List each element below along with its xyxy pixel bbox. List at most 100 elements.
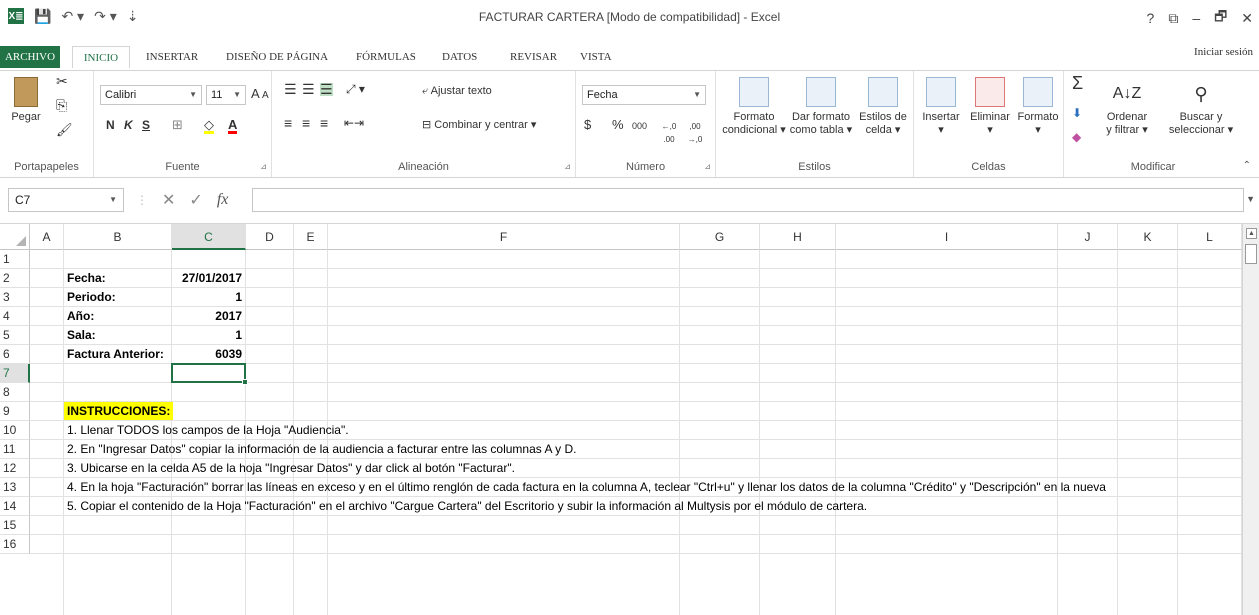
conditional-format-button[interactable]: Formato condicional ▾ bbox=[722, 77, 786, 137]
formula-input[interactable] bbox=[252, 188, 1244, 212]
tab-datos[interactable]: DATOS bbox=[442, 46, 477, 68]
row-header-1[interactable]: 1 bbox=[0, 250, 30, 269]
row-header-7[interactable]: 7 bbox=[0, 364, 30, 383]
align-right-icon[interactable]: ≡ bbox=[320, 116, 328, 130]
align-top-icon[interactable]: ☰ bbox=[284, 82, 297, 96]
format-cells-button[interactable]: Formato ▾ bbox=[1016, 77, 1060, 137]
tab-formulas[interactable]: FÓRMULAS bbox=[356, 46, 416, 68]
cell-b14[interactable]: 5. Copiar el contenido de la Hoja "Factu… bbox=[64, 497, 870, 515]
row-header-13[interactable]: 13 bbox=[0, 478, 30, 497]
wrap-text-button[interactable]: ⤶ Ajustar texto bbox=[422, 85, 492, 98]
fill-color-icon[interactable]: ◇ bbox=[204, 118, 214, 134]
fill-icon[interactable]: ⬇ bbox=[1072, 107, 1082, 120]
orientation-icon[interactable]: ⤢ ▾ bbox=[346, 83, 365, 96]
name-box[interactable]: C7 ▼ bbox=[8, 188, 124, 212]
row-header-3[interactable]: 3 bbox=[0, 288, 30, 307]
cell-c2[interactable]: 27/01/2017 bbox=[172, 269, 245, 287]
increase-decimal-button[interactable]: ←,0 .00 bbox=[658, 120, 680, 146]
borders-icon[interactable]: ⊞ bbox=[172, 118, 183, 131]
shrink-font-button[interactable]: A bbox=[262, 89, 269, 102]
cell-b13[interactable]: 4. En la hoja "Facturación" borrar las l… bbox=[64, 478, 1109, 496]
cell-b9[interactable]: INSTRUCCIONES: bbox=[64, 402, 174, 420]
tab-inicio[interactable]: INICIO bbox=[72, 46, 130, 68]
font-color-icon[interactable]: A bbox=[228, 118, 238, 134]
row-header-15[interactable]: 15 bbox=[0, 516, 30, 535]
column-header-l[interactable]: L bbox=[1178, 224, 1242, 250]
insert-cells-button[interactable]: Insertar ▾ bbox=[918, 77, 964, 137]
sort-filter-button[interactable]: A↓Z Ordenar y filtrar ▾ bbox=[1094, 77, 1160, 137]
thousands-button[interactable]: 000 bbox=[632, 120, 647, 133]
minimize-icon[interactable]: – bbox=[1192, 10, 1200, 26]
cancel-icon[interactable]: ✕ bbox=[162, 190, 175, 210]
decrease-decimal-button[interactable]: ,00 →,0 bbox=[684, 120, 706, 146]
column-header-g[interactable]: G bbox=[680, 224, 760, 250]
column-header-i[interactable]: I bbox=[836, 224, 1058, 250]
cell-b6[interactable]: Factura Anterior: bbox=[64, 345, 171, 363]
enter-icon[interactable]: ✓ bbox=[189, 190, 202, 210]
tab-diseno-de-pagina[interactable]: DISEÑO DE PÁGINA bbox=[226, 46, 328, 68]
cell-b12[interactable]: 3. Ubicarse en la celda A5 de la hoja "I… bbox=[64, 459, 518, 477]
row-header-8[interactable]: 8 bbox=[0, 383, 30, 402]
ribbon-display-icon[interactable]: ⧉ bbox=[1168, 10, 1178, 27]
autosum-icon[interactable]: Σ bbox=[1072, 74, 1083, 92]
font-size-select[interactable]: 11 ▼ bbox=[206, 85, 246, 105]
column-header-a[interactable]: A bbox=[30, 224, 64, 250]
row-header-16[interactable]: 16 bbox=[0, 535, 30, 554]
cell-b3[interactable]: Periodo: bbox=[64, 288, 171, 306]
align-center-icon[interactable]: ≡ bbox=[302, 116, 310, 130]
row-header-6[interactable]: 6 bbox=[0, 345, 30, 364]
dialog-launcher-icon[interactable]: ⊿ bbox=[260, 162, 267, 171]
currency-button[interactable]: $ bbox=[584, 118, 591, 131]
cell-b10[interactable]: 1. Llenar TODOS los campos de la Hoja "A… bbox=[64, 421, 352, 439]
row-header-5[interactable]: 5 bbox=[0, 326, 30, 345]
close-icon[interactable]: ✕ bbox=[1241, 10, 1253, 27]
tab-vista[interactable]: VISTA bbox=[580, 46, 612, 68]
clear-icon[interactable]: ◆ bbox=[1072, 131, 1081, 144]
align-middle-icon[interactable]: ☰ bbox=[302, 82, 315, 96]
tab-archivo[interactable]: ARCHIVO bbox=[0, 46, 60, 68]
column-header-d[interactable]: D bbox=[246, 224, 294, 250]
sign-in-link[interactable]: Iniciar sesión bbox=[1194, 46, 1253, 58]
insert-function-icon[interactable]: fx bbox=[217, 191, 229, 209]
tab-insertar[interactable]: INSERTAR bbox=[146, 46, 198, 68]
cell-c3[interactable]: 1 bbox=[172, 288, 245, 306]
indent-icon[interactable]: ⇤⇥ bbox=[344, 117, 364, 130]
font-name-select[interactable]: Calibri ▼ bbox=[100, 85, 202, 105]
row-header-14[interactable]: 14 bbox=[0, 497, 30, 516]
italic-button[interactable]: K bbox=[124, 119, 133, 132]
scrollbar-thumb[interactable] bbox=[1245, 244, 1257, 264]
column-header-h[interactable]: H bbox=[760, 224, 836, 250]
row-header-2[interactable]: 2 bbox=[0, 269, 30, 288]
scroll-up-icon[interactable]: ▲ bbox=[1246, 228, 1257, 239]
cell-b2[interactable]: Fecha: bbox=[64, 269, 171, 287]
vertical-scrollbar[interactable]: ▲ bbox=[1242, 224, 1259, 615]
maximize-icon[interactable]: 🗗 bbox=[1214, 6, 1227, 30]
merge-center-button[interactable]: ⊟ Combinar y centrar ▾ bbox=[422, 119, 536, 132]
cells-area[interactable]: Fecha: 27/01/2017 Periodo: 1 Año: 2017 S… bbox=[30, 250, 1242, 615]
align-left-icon[interactable]: ≡ bbox=[284, 116, 292, 130]
number-format-select[interactable]: Fecha ▼ bbox=[582, 85, 706, 105]
collapse-ribbon-icon[interactable]: ⌃ bbox=[1243, 160, 1251, 171]
help-icon[interactable]: ? bbox=[1147, 10, 1155, 26]
column-header-f[interactable]: F bbox=[328, 224, 680, 250]
fill-handle[interactable] bbox=[242, 379, 248, 385]
percent-button[interactable]: % bbox=[612, 118, 624, 131]
dialog-launcher-icon[interactable]: ⊿ bbox=[704, 162, 711, 171]
cell-b5[interactable]: Sala: bbox=[64, 326, 171, 344]
underline-button[interactable]: S bbox=[142, 119, 150, 132]
format-painter-icon[interactable]: 🖌 bbox=[56, 123, 73, 136]
align-bottom-icon[interactable]: ☰ bbox=[320, 82, 333, 96]
cell-c4[interactable]: 2017 bbox=[172, 307, 245, 325]
grow-font-button[interactable]: A bbox=[251, 87, 260, 100]
column-header-c[interactable]: C bbox=[172, 224, 246, 250]
bold-button[interactable]: N bbox=[106, 119, 115, 132]
cell-c6[interactable]: 6039 bbox=[172, 345, 245, 363]
column-header-j[interactable]: J bbox=[1058, 224, 1118, 250]
cell-b4[interactable]: Año: bbox=[64, 307, 171, 325]
copy-icon[interactable]: ⎘ bbox=[56, 98, 67, 112]
cut-icon[interactable]: ✂ bbox=[56, 74, 68, 88]
column-header-k[interactable]: K bbox=[1118, 224, 1178, 250]
row-header-4[interactable]: 4 bbox=[0, 307, 30, 326]
dialog-launcher-icon[interactable]: ⊿ bbox=[564, 162, 571, 171]
cell-c5[interactable]: 1 bbox=[172, 326, 245, 344]
